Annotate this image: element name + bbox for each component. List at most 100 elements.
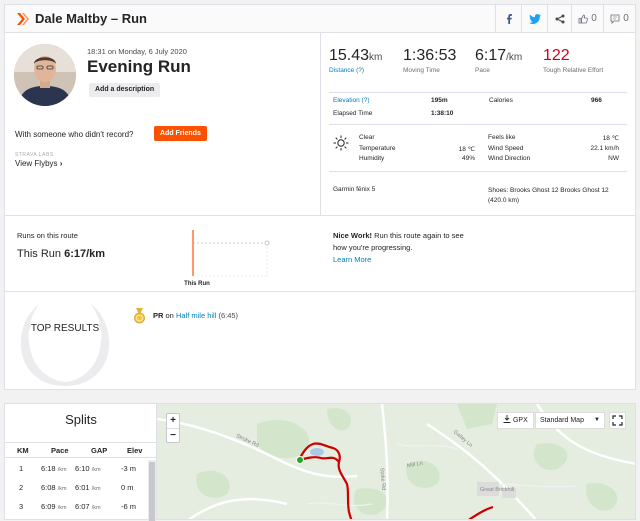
gap-unit: /km <box>91 467 101 473</box>
split-gap: 6:01 <box>75 483 90 492</box>
divider <box>329 92 627 93</box>
athlete-activity-title: Dale Maltby – Run <box>35 11 147 26</box>
this-run-summary: This Run 6:17/km <box>17 248 105 260</box>
add-description-button[interactable]: Add a description <box>89 83 161 97</box>
activity-datetime: 18:31 on Monday, 6 July 2020 <box>87 47 187 56</box>
strava-labs-label: STRAVA LABS <box>15 152 54 158</box>
route-map[interactable]: Stroke Rd Galley Ln Great Brickhill Stok… <box>156 403 636 520</box>
split-elev: -6 m <box>121 502 136 511</box>
twitter-button[interactable] <box>521 5 547 32</box>
moving-time-value: 1:36:53 <box>403 47 457 64</box>
activity-card: Dale Maltby – Run 0 0 18:31 on Monday, 6… <box>4 4 636 390</box>
learn-more-link[interactable]: Learn More <box>333 254 473 266</box>
splits-panel: Splits KM Pace GAP Elev 1 6:18 /km 6:10 … <box>4 403 157 521</box>
elapsed-label: Elapsed Time <box>333 110 373 117</box>
pace-label: Pace <box>475 67 490 74</box>
distance-label[interactable]: Distance (?) <box>329 67 382 75</box>
start-marker <box>296 456 304 464</box>
wind-direction-value: NW <box>608 155 619 162</box>
nice-work-message: Nice Work! Run this route again to see h… <box>333 230 473 266</box>
pace-unit: /km <box>57 505 67 511</box>
effort-value: 122 <box>543 47 570 64</box>
avatar-image <box>14 44 76 106</box>
temperature-label: Temperature <box>359 145 396 152</box>
divider <box>329 124 627 125</box>
divider <box>329 171 627 172</box>
comments-count: 0 <box>623 13 629 24</box>
map-type-select[interactable]: Standard Map ▼ <box>535 412 605 429</box>
segment-link[interactable]: Half mile hill <box>176 311 216 320</box>
zoom-control: + − <box>166 413 180 443</box>
table-row: 2 6:08 /km 6:01 /km 0 m <box>5 478 147 497</box>
this-run-pace: 6:17/km <box>64 248 106 260</box>
splits-title: Splits <box>65 412 97 427</box>
laurel-wreath-icon <box>20 304 110 386</box>
avatar[interactable] <box>14 44 76 106</box>
view-flybys-link[interactable]: View Flybys › <box>15 159 62 168</box>
calories-label: Calories <box>489 97 513 104</box>
col-pace: Pace <box>51 446 69 455</box>
zoom-in-button[interactable]: + <box>167 414 179 428</box>
table-row: 1 6:18 /km 6:10 /km -3 m <box>5 459 147 478</box>
wind-speed-value: 22.1 km/h <box>590 145 619 152</box>
top-results: TOP RESULTS PR on Half mile hill (6:45) <box>5 291 635 391</box>
weather-condition: Clear <box>359 134 375 141</box>
facebook-button[interactable] <box>495 5 521 32</box>
split-elev: -3 m <box>121 464 136 473</box>
activity-title: Evening Run <box>87 57 191 76</box>
fullscreen-button[interactable] <box>609 412 626 429</box>
temperature-value: 18 ℃ <box>458 146 475 153</box>
activity-header: Dale Maltby – Run 0 0 <box>5 5 635 33</box>
device-name: Garmin fēnix 5 <box>333 186 376 193</box>
col-elev: Elev <box>127 446 143 455</box>
nice-work-bold: Nice Work! <box>333 231 373 240</box>
activity-stats: 15.43km Distance (?) 1:36:53 Moving Time… <box>321 33 635 215</box>
kudos-button[interactable]: 0 <box>571 5 603 32</box>
pr-label: PR <box>153 311 164 320</box>
facebook-icon <box>506 14 512 24</box>
stat-moving-time: 1:36:53 Moving Time <box>403 47 456 75</box>
split-km: 1 <box>19 464 24 473</box>
splits-header: KM Pace GAP Elev <box>5 442 157 458</box>
gpx-label: GPX <box>512 417 528 424</box>
fullscreen-icon <box>612 415 623 426</box>
activity-summary: 18:31 on Monday, 6 July 2020 Evening Run… <box>5 33 321 215</box>
view-flybys-label: View Flybys <box>15 159 58 168</box>
elevation-label[interactable]: Elevation (?) <box>333 97 370 104</box>
distance-value: 15.43 <box>329 47 370 64</box>
col-km: KM <box>17 446 29 455</box>
split-pace: 6:08 <box>41 483 56 492</box>
kudos-icon <box>578 14 589 23</box>
humidity-value: 49% <box>461 155 475 162</box>
zoom-out-button[interactable]: − <box>167 428 179 442</box>
twitter-icon <box>528 13 541 24</box>
scrollbar-thumb[interactable] <box>149 462 155 521</box>
share-button[interactable] <box>547 5 571 32</box>
share-icon <box>555 14 564 23</box>
split-gap: 6:07 <box>75 502 90 511</box>
add-friends-button[interactable]: Add Friends <box>154 126 207 141</box>
wind-direction-label: Wind Direction <box>488 155 531 162</box>
export-gpx-button[interactable]: GPX <box>497 412 534 429</box>
gap-unit: /km <box>91 486 101 492</box>
sun-icon <box>333 135 349 151</box>
kudos-count: 0 <box>591 13 597 24</box>
runs-on-route-label: Runs on this route <box>17 231 78 240</box>
feels-like-value: 18 ℃ <box>602 135 619 142</box>
medal-icon <box>134 308 145 324</box>
pace-unit: /km <box>506 52 523 63</box>
chart-point <box>264 240 270 246</box>
humidity-label: Humidity <box>359 155 385 162</box>
elapsed-value: 1:38:10 <box>431 110 454 117</box>
comment-icon <box>610 14 620 24</box>
shoes-info: Shoes: Brooks Ghost 12 Brooks Ghost 12 (… <box>488 187 609 204</box>
with-someone-text: With someone who didn't record? <box>15 130 134 139</box>
strava-chevron-icon <box>17 13 29 25</box>
caret-down-icon: ▼ <box>594 417 600 423</box>
comment-button[interactable]: 0 <box>603 5 635 32</box>
pace-unit: /km <box>57 467 67 473</box>
splits-scrollbar[interactable] <box>148 460 156 521</box>
chart-marker-label: This Run <box>184 281 210 287</box>
table-row: 3 6:09 /km 6:07 /km -6 m <box>5 497 147 516</box>
split-km: 2 <box>19 483 24 492</box>
